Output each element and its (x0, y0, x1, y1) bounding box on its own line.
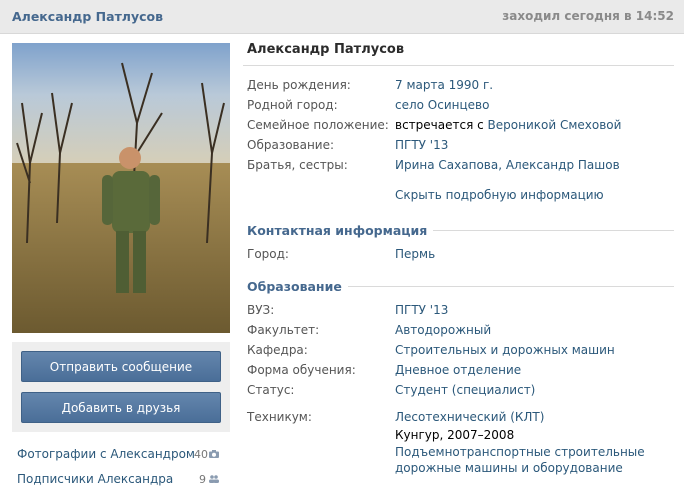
header-name[interactable]: Александр Патлусов (12, 9, 163, 24)
education-divider (336, 286, 674, 287)
profile-photo[interactable] (12, 43, 230, 333)
users-icon (209, 475, 219, 483)
contacts-section-title: Контактная информация (247, 223, 434, 238)
college-name[interactable]: Лесотехнический (КЛТ) (395, 410, 544, 424)
online-status: заходил сегодня в 14:52 (502, 9, 674, 23)
faculty-label: Факультет: (247, 323, 320, 337)
siblings-label: Братья, сестры: (247, 158, 348, 172)
college-specialty-line2[interactable]: дорожные машины и оборудование (395, 461, 623, 475)
city-value[interactable]: Пермь (395, 247, 435, 261)
photos-count: 40 (194, 448, 208, 461)
hometown-value[interactable]: село Осинцево (395, 98, 489, 112)
relationship-prefix: встречается с (395, 118, 488, 132)
college-specialty-line1[interactable]: Подъемнотранспортные строительные (395, 445, 645, 459)
college-years: Кунгур, 2007–2008 (395, 428, 515, 442)
photos-with-user-link[interactable]: Фотографии с Александром (17, 447, 195, 461)
siblings-value[interactable]: Ирина Сахапова, Александр Пашов (395, 158, 620, 172)
education-label: Образование: (247, 138, 335, 152)
name-divider (243, 65, 674, 66)
university-label: ВУЗ: (247, 303, 275, 317)
birthday-label: День рождения: (247, 78, 351, 92)
action-buttons-panel: Отправить сообщение Добавить в друзья (12, 342, 230, 432)
profile-header-bar: Александр Патлусов заходил сегодня в 14:… (0, 0, 684, 34)
camera-icon (209, 450, 219, 458)
followers-count: 9 (199, 473, 206, 486)
birthday-value[interactable]: 7 марта 1990 г. (395, 78, 493, 92)
hometown-label: Родной город: (247, 98, 338, 112)
followers-link[interactable]: Подписчики Александра (17, 472, 173, 486)
relationship-value: встречается с Вероникой Смеховой (395, 118, 621, 132)
university-value[interactable]: ПГТУ '13 (395, 303, 448, 317)
department-value[interactable]: Строительных и дорожных машин (395, 343, 615, 357)
send-message-button[interactable]: Отправить сообщение (21, 351, 221, 382)
status-value[interactable]: Студент (специалист) (395, 383, 535, 397)
college-label: Техникум: (247, 410, 312, 424)
education-value[interactable]: ПГТУ '13 (395, 138, 448, 152)
status-label: Статус: (247, 383, 295, 397)
partner-link[interactable]: Вероникой Смеховой (488, 118, 622, 132)
education-section-title: Образование (247, 279, 348, 294)
study-form-label: Форма обучения: (247, 363, 356, 377)
faculty-value[interactable]: Автодорожный (395, 323, 491, 337)
contacts-divider (410, 230, 674, 231)
study-form-value[interactable]: Дневное отделение (395, 363, 521, 377)
profile-name: Александр Патлусов (247, 42, 405, 57)
hide-details-link[interactable]: Скрыть подробную информацию (395, 188, 604, 202)
department-label: Кафедра: (247, 343, 308, 357)
add-friend-button[interactable]: Добавить в друзья (21, 392, 221, 423)
relationship-label: Семейное положение: (247, 118, 389, 132)
city-label: Город: (247, 247, 289, 261)
